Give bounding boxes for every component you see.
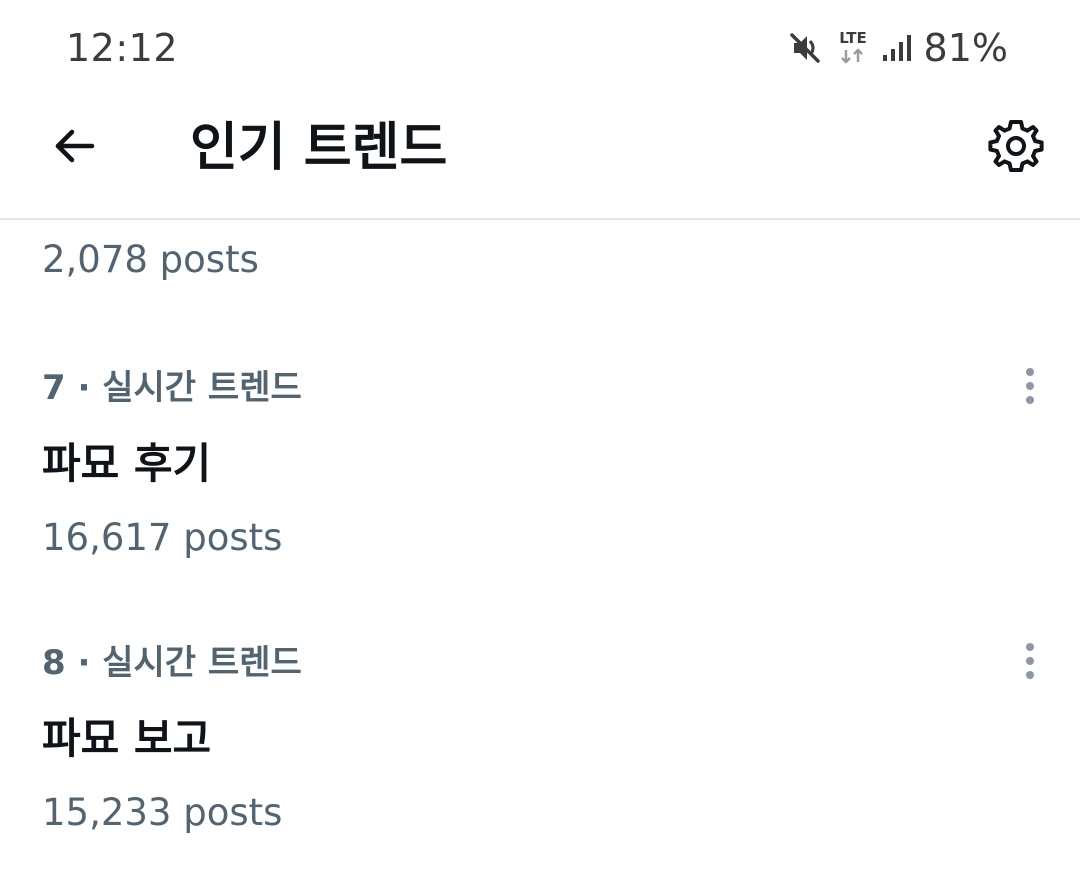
- app-bar: 인기 트렌드: [0, 96, 1080, 220]
- page-title: 인기 트렌드: [190, 118, 448, 178]
- more-options-button[interactable]: [1010, 366, 1050, 410]
- battery-percentage: 81%: [923, 26, 1008, 70]
- trend-post-count: 16,617 posts: [42, 516, 283, 559]
- lte-data-icon: LTE: [836, 28, 870, 68]
- trend-name: 파묘 보고: [42, 714, 212, 763]
- trend-rank-category: 7 · 실시간 트렌드: [42, 368, 302, 408]
- status-time: 12:12: [66, 26, 179, 70]
- trend-rank-category: 8 · 실시간 트렌드: [42, 643, 302, 683]
- trend-post-count-partial: 2,078 posts: [42, 238, 259, 281]
- arrow-left-icon: [50, 122, 98, 174]
- more-vertical-icon: [1024, 366, 1036, 410]
- trend-item[interactable]: 7 · 실시간 트렌드 파묘 후기 16,617 posts: [0, 364, 1080, 604]
- mute-icon: [788, 31, 822, 65]
- more-vertical-icon: [1024, 641, 1036, 685]
- status-bar: 12:12 LTE 81%: [0, 0, 1080, 96]
- lte-label: LTE: [839, 29, 867, 47]
- trend-item[interactable]: 8 · 실시간 트렌드 파묘 보고 15,233 posts: [0, 639, 1080, 879]
- trend-post-count: 15,233 posts: [42, 791, 283, 834]
- more-options-button[interactable]: [1010, 641, 1050, 685]
- gear-icon: [987, 117, 1045, 179]
- settings-button[interactable]: [982, 114, 1050, 182]
- trend-name: 파묘 후기: [42, 439, 212, 488]
- signal-icon: [882, 33, 912, 63]
- back-button[interactable]: [40, 114, 108, 182]
- status-icons: LTE 81%: [788, 24, 1008, 72]
